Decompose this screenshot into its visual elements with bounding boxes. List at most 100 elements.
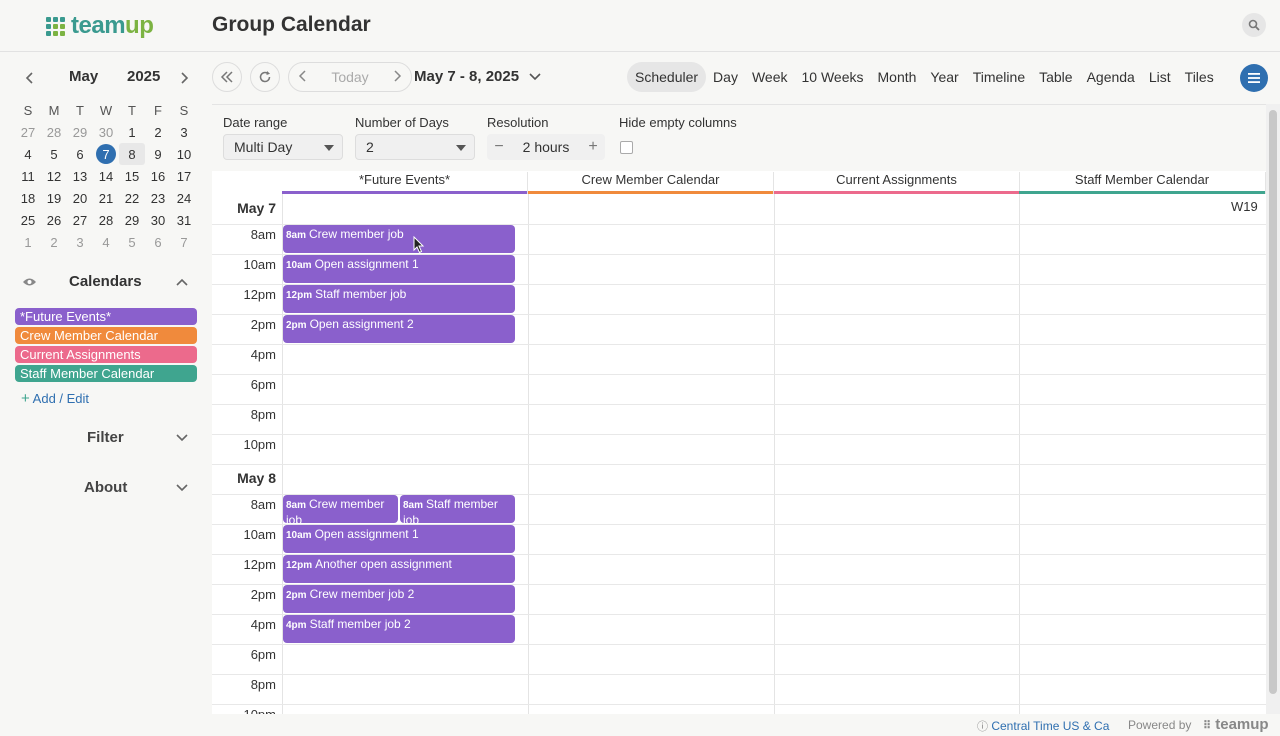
mini-day[interactable]: 22 <box>119 187 145 209</box>
calendar-item[interactable]: Staff Member Calendar <box>15 365 197 382</box>
mini-day[interactable]: 17 <box>171 165 197 187</box>
vertical-scrollbar[interactable] <box>1266 104 1280 714</box>
view-tab[interactable]: Month <box>871 62 924 92</box>
column-header[interactable]: Crew Member Calendar <box>528 172 774 194</box>
event[interactable]: 12pm Another open assignment <box>283 555 515 583</box>
date-range-select[interactable]: Multi Day <box>223 134 343 160</box>
event[interactable]: 10am Open assignment 1 <box>283 255 515 283</box>
footer-brand-link[interactable]: ⠿ teamup <box>1203 716 1269 733</box>
mini-next-month-icon[interactable] <box>178 71 190 85</box>
calendar-item[interactable]: Crew Member Calendar <box>15 327 197 344</box>
teamup-logo[interactable]: teamup <box>46 12 154 40</box>
about-section[interactable]: About <box>0 479 212 499</box>
mini-day[interactable]: 12 <box>41 165 67 187</box>
event[interactable]: 8am Crew member job <box>283 225 515 253</box>
today-button[interactable]: Today <box>317 69 383 85</box>
mini-day[interactable]: 3 <box>67 231 93 253</box>
mini-day[interactable]: 30 <box>93 121 119 143</box>
view-tab[interactable]: Week <box>745 62 795 92</box>
date-range-picker[interactable]: May 7 - 8, 2025 <box>414 68 541 85</box>
mini-month[interactable]: May <box>69 68 98 85</box>
hide-empty-checkbox[interactable] <box>620 141 633 154</box>
add-edit-link[interactable]: + Add / Edit <box>21 390 89 407</box>
mini-day[interactable]: 6 <box>67 143 93 165</box>
chevron-down-icon[interactable] <box>176 434 188 442</box>
calendar-item[interactable]: Current Assignments <box>15 346 197 363</box>
event[interactable]: 12pm Staff member job <box>283 285 515 313</box>
mini-day[interactable]: 10 <box>171 143 197 165</box>
mini-day[interactable]: 18 <box>15 187 41 209</box>
main-menu-button[interactable] <box>1240 64 1268 92</box>
mini-day[interactable]: 20 <box>67 187 93 209</box>
mini-day[interactable]: 1 <box>15 231 41 253</box>
mini-day[interactable]: 5 <box>119 231 145 253</box>
mini-day[interactable]: 16 <box>145 165 171 187</box>
column-header[interactable]: Current Assignments <box>774 172 1020 194</box>
mini-day[interactable]: 23 <box>145 187 171 209</box>
mini-day[interactable]: 28 <box>93 209 119 231</box>
view-tab[interactable]: Year <box>923 62 965 92</box>
collapse-sidebar-button[interactable] <box>212 62 242 92</box>
chevron-up-icon[interactable] <box>176 278 188 286</box>
view-tab[interactable]: Tiles <box>1178 62 1221 92</box>
mini-day[interactable]: 4 <box>93 231 119 253</box>
mini-day[interactable]: 28 <box>41 121 67 143</box>
event[interactable]: 8am Staff member job <box>400 495 515 523</box>
mini-day[interactable]: 26 <box>41 209 67 231</box>
mini-day[interactable]: 30 <box>145 209 171 231</box>
mini-day[interactable]: 25 <box>15 209 41 231</box>
view-tab[interactable]: Day <box>706 62 745 92</box>
mini-day[interactable]: 9 <box>145 143 171 165</box>
chevron-down-icon[interactable] <box>176 484 188 492</box>
view-tab[interactable]: 10 Weeks <box>795 62 871 92</box>
mini-day[interactable]: 27 <box>67 209 93 231</box>
mini-day[interactable]: 11 <box>15 165 41 187</box>
view-tab[interactable]: Table <box>1032 62 1079 92</box>
mini-day[interactable]: 4 <box>15 143 41 165</box>
minus-button[interactable]: − <box>487 138 511 156</box>
scrollbar-thumb[interactable] <box>1269 110 1277 694</box>
plus-button[interactable]: + <box>581 138 605 156</box>
mini-day[interactable]: 5 <box>41 143 67 165</box>
timezone-link[interactable]: ⓘ Central Time US & Ca <box>977 718 1109 734</box>
mini-day[interactable]: 27 <box>15 121 41 143</box>
view-tab[interactable]: Timeline <box>966 62 1032 92</box>
column-header[interactable]: *Future Events* <box>282 172 528 194</box>
mini-day[interactable]: 8 <box>119 143 145 165</box>
mini-day[interactable]: 19 <box>41 187 67 209</box>
mini-day[interactable]: 31 <box>171 209 197 231</box>
mini-day[interactable]: 2 <box>41 231 67 253</box>
mini-day[interactable]: 29 <box>119 209 145 231</box>
calendars-header[interactable]: Calendars <box>0 273 212 293</box>
mini-prev-month-icon[interactable] <box>24 71 36 85</box>
view-tab[interactable]: Agenda <box>1080 62 1142 92</box>
view-tab[interactable]: List <box>1142 62 1178 92</box>
event[interactable]: 8am Crew member job <box>283 495 398 523</box>
next-period-button[interactable] <box>383 69 411 85</box>
eye-icon[interactable] <box>22 277 37 287</box>
mini-day[interactable]: 29 <box>67 121 93 143</box>
mini-day[interactable]: 14 <box>93 165 119 187</box>
search-button[interactable] <box>1242 13 1266 37</box>
view-tab[interactable]: Scheduler <box>627 62 707 92</box>
mini-day[interactable]: 1 <box>119 121 145 143</box>
prev-period-button[interactable] <box>289 69 317 85</box>
mini-day[interactable]: 21 <box>93 187 119 209</box>
mini-day[interactable]: 6 <box>145 231 171 253</box>
mini-day[interactable]: 13 <box>67 165 93 187</box>
filter-section[interactable]: Filter <box>0 429 212 449</box>
calendar-item[interactable]: *Future Events* <box>15 308 197 325</box>
mini-day[interactable]: 7 <box>93 143 119 165</box>
mini-day[interactable]: 3 <box>171 121 197 143</box>
event[interactable]: 2pm Crew member job 2 <box>283 585 515 613</box>
mini-day[interactable]: 7 <box>171 231 197 253</box>
mini-year[interactable]: 2025 <box>127 68 160 85</box>
refresh-button[interactable] <box>250 62 280 92</box>
event[interactable]: 4pm Staff member job 2 <box>283 615 515 643</box>
mini-day[interactable]: 15 <box>119 165 145 187</box>
column-header[interactable]: Staff Member Calendar <box>1019 172 1266 194</box>
event[interactable]: 10am Open assignment 1 <box>283 525 515 553</box>
mini-day[interactable]: 24 <box>171 187 197 209</box>
event[interactable]: 2pm Open assignment 2 <box>283 315 515 343</box>
days-select[interactable]: 2 <box>355 134 475 160</box>
